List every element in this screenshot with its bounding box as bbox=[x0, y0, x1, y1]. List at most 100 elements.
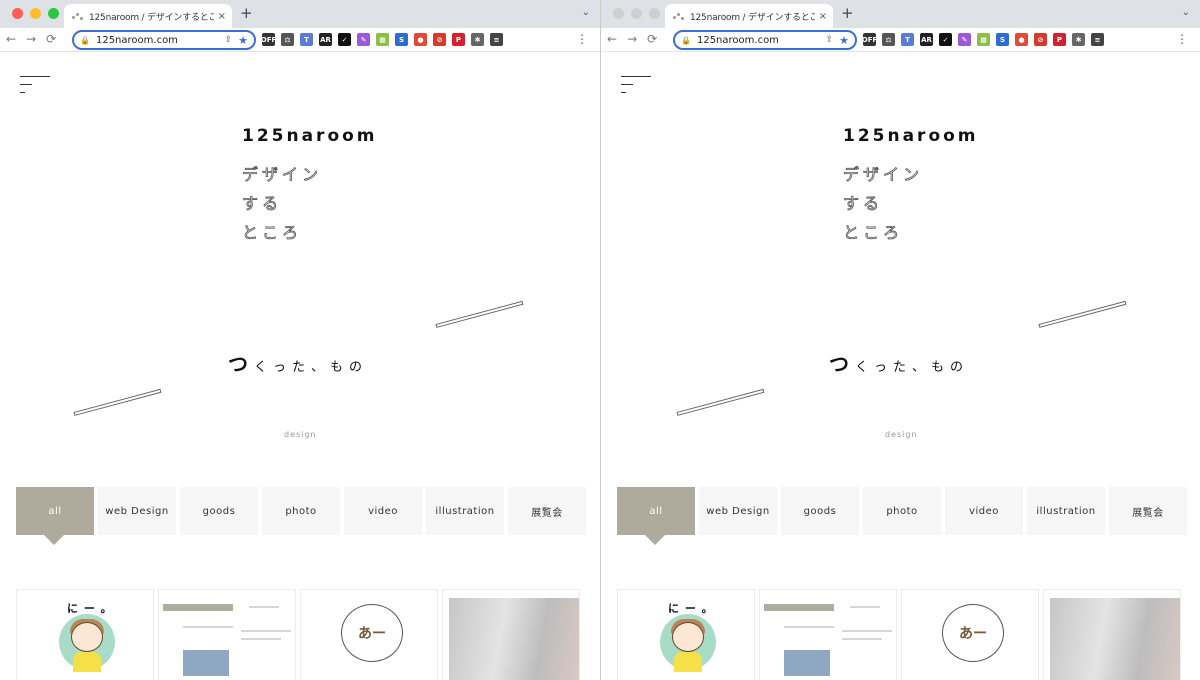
zoom-window-button[interactable] bbox=[48, 8, 59, 19]
character-illustration bbox=[59, 614, 115, 672]
close-window-button[interactable] bbox=[12, 8, 23, 19]
forward-button[interactable]: → bbox=[627, 32, 637, 46]
list-extension-icon[interactable]: ≡ bbox=[490, 33, 503, 46]
puzzle-extension-icon[interactable]: ✱ bbox=[471, 33, 484, 46]
tagline-line: する bbox=[843, 194, 884, 214]
window-controls bbox=[613, 8, 660, 19]
address-bar[interactable]: 🔒 125naroom.com ⇪ ★ bbox=[72, 30, 256, 50]
minimize-window-button[interactable] bbox=[30, 8, 41, 19]
off-extension-icon[interactable]: OFF bbox=[862, 33, 877, 46]
back-button[interactable]: ← bbox=[607, 32, 617, 46]
character-illustration bbox=[660, 614, 716, 672]
puzzle-extension-icon[interactable]: ✱ bbox=[1072, 33, 1085, 46]
filter-goods[interactable]: goods bbox=[781, 487, 859, 535]
bookmark-star-icon[interactable]: ★ bbox=[238, 34, 248, 47]
filter-photo[interactable]: photo bbox=[863, 487, 941, 535]
reload-button[interactable]: ⟳ bbox=[647, 32, 657, 46]
works-grid: に ー 。 あー bbox=[16, 589, 580, 680]
filter-illustration[interactable]: illustration bbox=[1027, 487, 1105, 535]
work-card-goods[interactable]: あー bbox=[901, 589, 1039, 680]
feather-extension-icon[interactable]: ✎ bbox=[958, 33, 971, 46]
works-heading: つくった、もの bbox=[228, 348, 368, 377]
filter-web-design[interactable]: web Design bbox=[699, 487, 777, 535]
s-extension-icon[interactable]: S bbox=[996, 33, 1009, 46]
minimize-window-button[interactable] bbox=[631, 8, 642, 19]
work-card-web-design[interactable] bbox=[759, 589, 897, 680]
work-card-web-design[interactable] bbox=[158, 589, 296, 680]
category-filter-tabs: all web Design goods photo video illustr… bbox=[617, 487, 1187, 545]
block-extension-icon[interactable]: ⊘ bbox=[433, 33, 446, 46]
ar-extension-icon[interactable]: AR bbox=[920, 33, 933, 46]
filter-video[interactable]: video bbox=[945, 487, 1023, 535]
browser-tab[interactable]: 125naroom / デザインするところ × bbox=[665, 4, 833, 28]
decorative-stick-upper bbox=[435, 300, 524, 328]
s-extension-icon[interactable]: S bbox=[395, 33, 408, 46]
filter-video[interactable]: video bbox=[344, 487, 422, 535]
site-logo[interactable]: 125naroom bbox=[843, 126, 979, 146]
browser-menu-button[interactable]: ⋮ bbox=[1176, 32, 1188, 46]
browser-tab[interactable]: 125naroom / デザインするところ × bbox=[64, 4, 232, 28]
filter-all[interactable]: all bbox=[617, 487, 695, 545]
zoom-window-button[interactable] bbox=[649, 8, 660, 19]
ar-extension-icon[interactable]: AR bbox=[319, 33, 332, 46]
pinterest-extension-icon[interactable]: P bbox=[452, 33, 465, 46]
work-card-goods[interactable]: あー bbox=[300, 589, 438, 680]
url-text[interactable]: 125naroom.com bbox=[697, 35, 826, 46]
tagline-line: する bbox=[242, 194, 283, 214]
work-card-illustration-face[interactable]: に ー 。 bbox=[16, 589, 154, 680]
block-extension-icon[interactable]: ⊘ bbox=[1034, 33, 1047, 46]
scale-extension-icon[interactable]: ⚖ bbox=[882, 33, 895, 46]
browser-window-right: 125naroom / デザインするところ × + ⌄ ← → ⟳ 🔒 125n… bbox=[600, 0, 1200, 680]
chrome-extension-icon[interactable]: ● bbox=[414, 33, 427, 46]
filter-all[interactable]: all bbox=[16, 487, 94, 545]
browser-menu-button[interactable]: ⋮ bbox=[576, 32, 588, 46]
tab-close-icon[interactable]: × bbox=[819, 11, 827, 22]
decorative-stick-lower bbox=[676, 388, 765, 416]
reload-button[interactable]: ⟳ bbox=[46, 32, 56, 46]
work-card-photo[interactable] bbox=[442, 589, 580, 680]
table-extension-icon[interactable]: ▦ bbox=[376, 33, 389, 46]
url-text[interactable]: 125naroom.com bbox=[96, 35, 225, 46]
filter-illustration[interactable]: illustration bbox=[426, 487, 504, 535]
lock-icon: 🔒 bbox=[80, 35, 90, 45]
scale-extension-icon[interactable]: ⚖ bbox=[281, 33, 294, 46]
translate-extension-icon[interactable]: T bbox=[901, 33, 914, 46]
browser-toolbar: ← → ⟳ 🔒 125naroom.com ⇪ ★ OFF ⚖ T AR ✓ ✎ ▦ S ● ⊘ P… bbox=[0, 28, 600, 52]
works-heading: つくった、もの bbox=[829, 348, 969, 377]
filter-exhibition[interactable]: 展覧会 bbox=[1109, 487, 1187, 535]
list-extension-icon[interactable]: ≡ bbox=[1091, 33, 1104, 46]
check-extension-icon[interactable]: ✓ bbox=[939, 33, 952, 46]
hamburger-menu-icon[interactable] bbox=[20, 76, 50, 94]
table-extension-icon[interactable]: ▦ bbox=[977, 33, 990, 46]
photo-thumbnail bbox=[449, 598, 579, 680]
off-extension-icon[interactable]: OFF bbox=[261, 33, 276, 46]
share-icon[interactable]: ⇪ bbox=[826, 35, 834, 45]
close-window-button[interactable] bbox=[613, 8, 624, 19]
filter-photo[interactable]: photo bbox=[262, 487, 340, 535]
pinterest-extension-icon[interactable]: P bbox=[1053, 33, 1066, 46]
bookmark-star-icon[interactable]: ★ bbox=[839, 34, 849, 47]
tab-search-icon[interactable]: ⌄ bbox=[582, 7, 590, 18]
filter-goods[interactable]: goods bbox=[180, 487, 258, 535]
back-button[interactable]: ← bbox=[6, 32, 16, 46]
address-bar[interactable]: 🔒 125naroom.com ⇪ ★ bbox=[673, 30, 857, 50]
work-card-photo[interactable] bbox=[1043, 589, 1181, 680]
share-icon[interactable]: ⇪ bbox=[225, 35, 233, 45]
tab-close-icon[interactable]: × bbox=[218, 11, 226, 22]
work-card-illustration-face[interactable]: に ー 。 bbox=[617, 589, 755, 680]
translate-extension-icon[interactable]: T bbox=[300, 33, 313, 46]
filter-web-design[interactable]: web Design bbox=[98, 487, 176, 535]
site-logo[interactable]: 125naroom bbox=[242, 126, 378, 146]
forward-button[interactable]: → bbox=[26, 32, 36, 46]
chrome-extension-icon[interactable]: ● bbox=[1015, 33, 1028, 46]
works-heading-first-char: つ bbox=[228, 352, 254, 376]
feather-extension-icon[interactable]: ✎ bbox=[357, 33, 370, 46]
new-tab-button[interactable]: + bbox=[841, 4, 854, 22]
filter-exhibition[interactable]: 展覧会 bbox=[508, 487, 586, 535]
hamburger-menu-icon[interactable] bbox=[621, 76, 651, 94]
new-tab-button[interactable]: + bbox=[240, 4, 253, 22]
tab-search-icon[interactable]: ⌄ bbox=[1182, 7, 1190, 18]
check-extension-icon[interactable]: ✓ bbox=[338, 33, 351, 46]
works-heading-rest: くった、もの bbox=[855, 360, 970, 375]
works-heading-rest: くった、もの bbox=[254, 360, 369, 375]
